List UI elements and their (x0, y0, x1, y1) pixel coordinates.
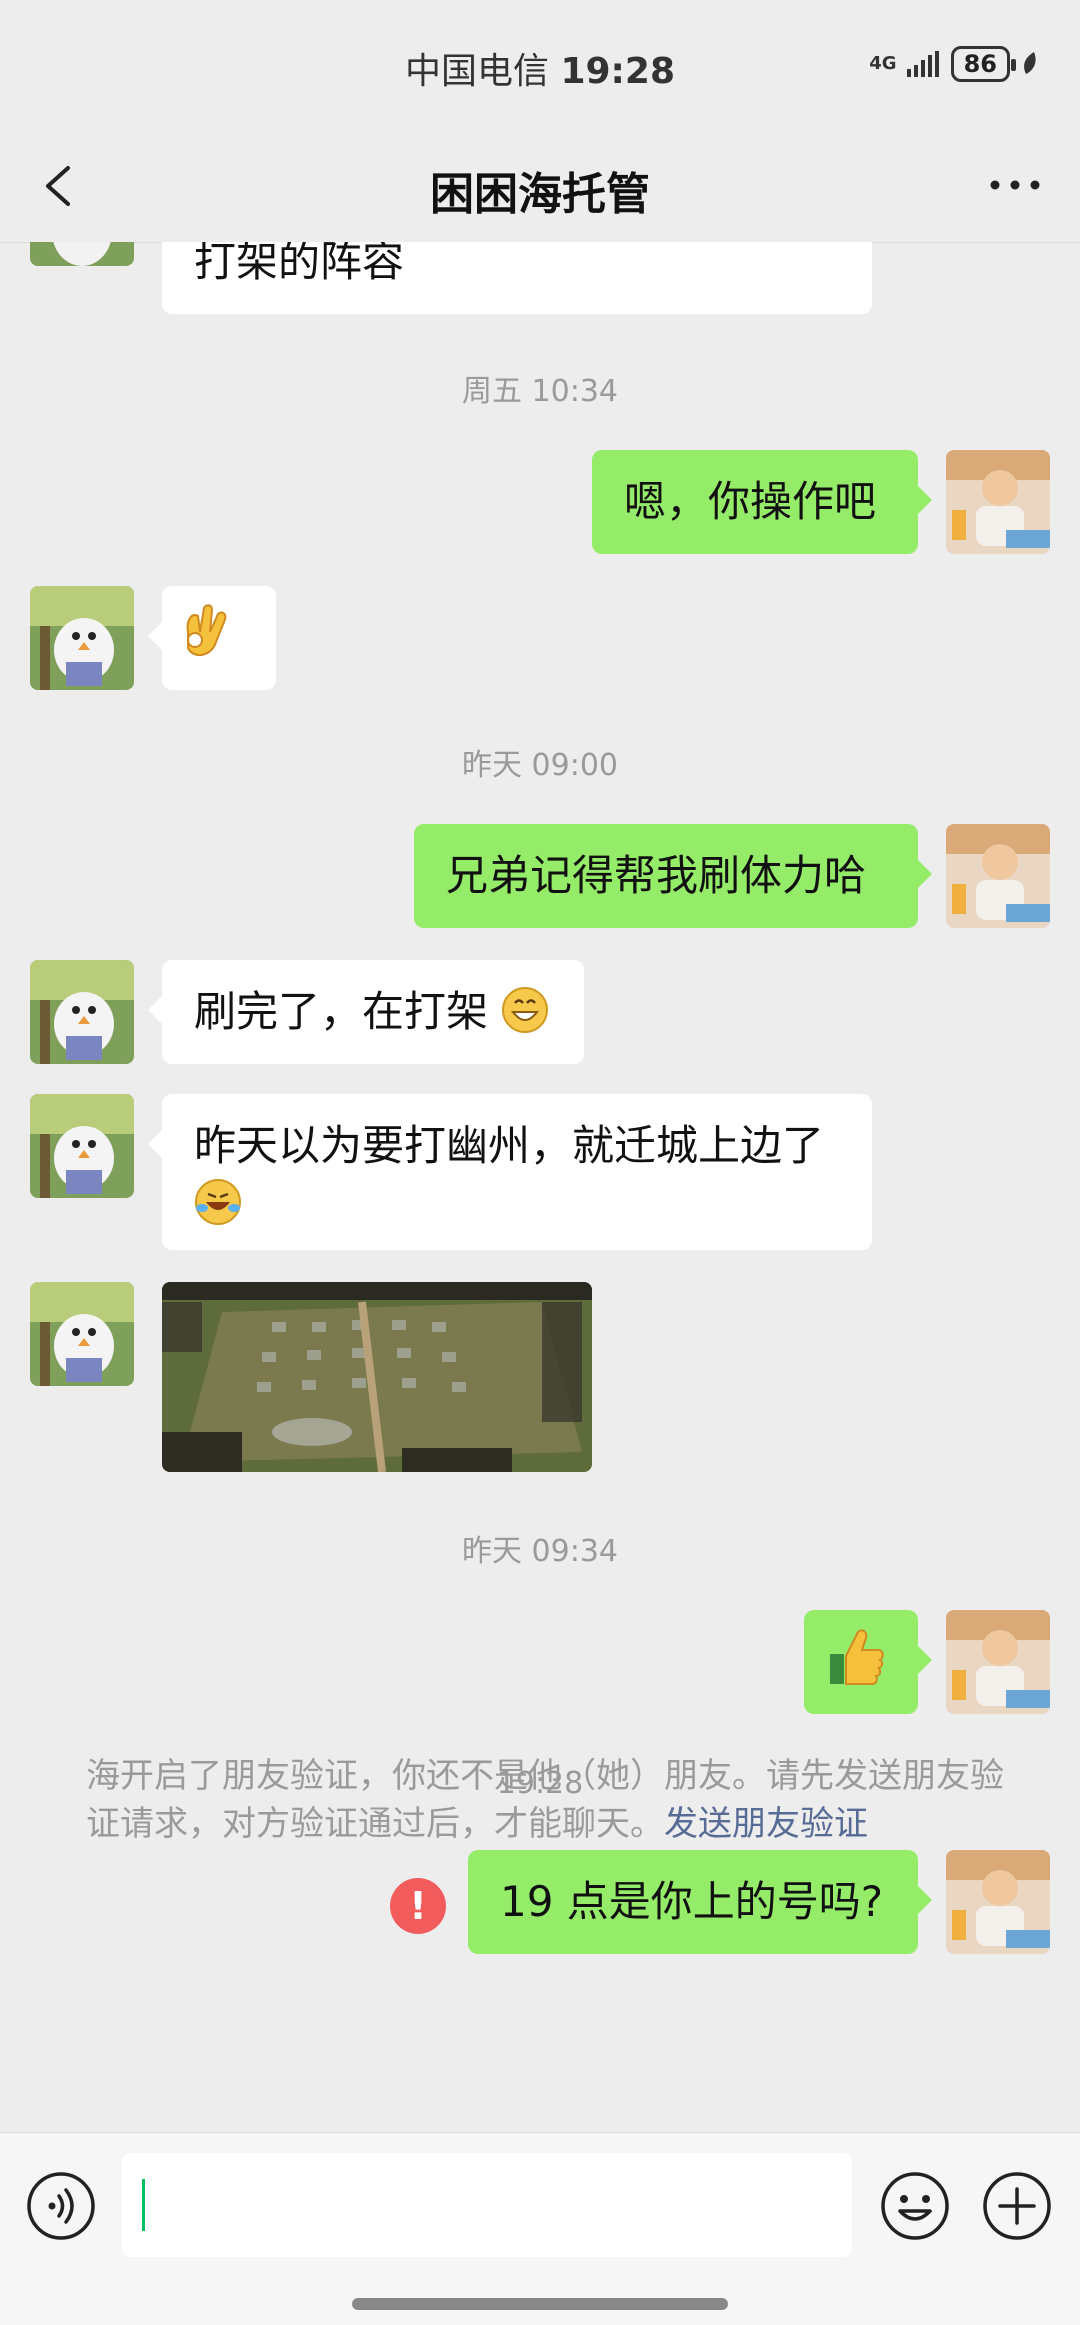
network-label: 4G (869, 53, 897, 74)
message-input[interactable] (122, 2153, 852, 2257)
leaf-icon (1024, 52, 1036, 74)
send-failed-icon[interactable]: ! (390, 1878, 446, 1934)
self-avatar[interactable] (946, 1610, 1050, 1714)
message-bubble[interactable] (148, 586, 276, 690)
message-bubble[interactable]: 嗯，你操作吧 (592, 450, 932, 554)
input-bar (0, 2132, 1080, 2325)
timestamp: 昨天 09:00 (462, 748, 618, 783)
contact-avatar[interactable] (30, 1094, 134, 1198)
timestamp: 昨天 09:34 (462, 1534, 618, 1569)
status-bar: 中国电信 19:28 4G 86 (0, 0, 1080, 130)
ok-hand-emoji (186, 604, 227, 657)
chat-header: 困困海托管 (0, 130, 1080, 243)
signal-icon (906, 51, 939, 77)
grinning-emoji (502, 987, 549, 1033)
laughing-crying-emoji (195, 1179, 241, 1225)
message-bubble[interactable] (804, 1610, 932, 1714)
emoji-face-icon[interactable] (880, 2171, 950, 2241)
self-avatar[interactable] (946, 824, 1050, 928)
contact-avatar[interactable] (30, 242, 134, 266)
clock: 19:28 (560, 51, 676, 92)
thumbs-up-emoji (830, 1629, 884, 1685)
self-avatar[interactable] (946, 1850, 1050, 1954)
message-bubble[interactable]: 19 点是你上的号吗? (468, 1850, 932, 1954)
contact-avatar[interactable] (30, 1282, 134, 1386)
message-bubble[interactable]: 兄弟记得帮我刷体力哈 (414, 824, 932, 928)
message-bubble[interactable]: 打架的阵容 (162, 242, 872, 314)
friend-verification-notice: 海开启了朋友验证，你还不是他（她）朋友。请先发送朋友验证请求，对方验证通过后，才… (86, 1756, 1004, 1844)
message-bubble[interactable]: 刷完了，在打架 (148, 960, 584, 1064)
message-list[interactable]: 打架的阵容 周五 10:34 嗯，你操作吧 昨天 09:00 兄弟记得帮我刷体力… (0, 242, 1080, 2132)
plus-icon[interactable] (982, 2171, 1052, 2241)
chat-title: 困困海托管 (430, 169, 650, 220)
contact-avatar[interactable] (30, 586, 134, 690)
contact-avatar[interactable] (30, 960, 134, 1064)
send-verification-link[interactable]: 发送朋友验证 (664, 1804, 868, 1844)
home-indicator[interactable] (352, 2298, 728, 2310)
battery-indicator: 86 (950, 46, 1017, 82)
carrier-label: 中国电信 (404, 51, 549, 92)
message-bubble[interactable]: 昨天以为要打幽州，就迁城上边了 (148, 1094, 872, 1250)
more-icon[interactable] (980, 160, 1050, 210)
text-caret (142, 2179, 145, 2231)
game-screenshot-image[interactable] (162, 1282, 592, 1472)
voice-icon[interactable] (26, 2171, 96, 2241)
self-avatar[interactable] (946, 450, 1050, 554)
timestamp: 周五 10:34 (462, 374, 618, 409)
